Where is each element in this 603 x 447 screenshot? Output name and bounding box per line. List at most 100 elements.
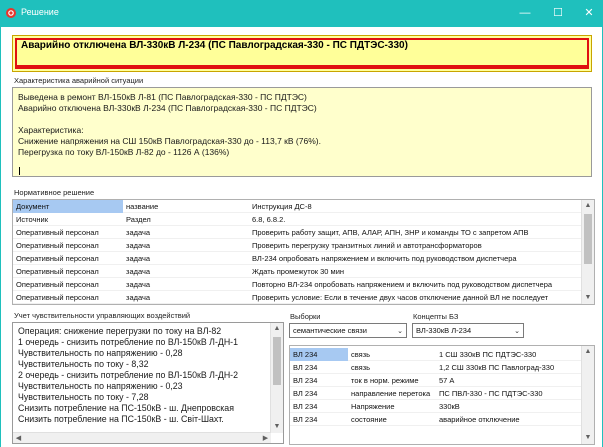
table-row[interactable]: ВЛ 234 связь 1 СШ 330кВ ПС ПДТЭС-330: [290, 348, 582, 361]
cell-role: Оперативный персонал: [16, 267, 99, 276]
cell-value: ВЛ-234 опробовать напряжением и включить…: [252, 254, 517, 263]
cell-relation: ток в норм. режиме: [351, 376, 419, 385]
cell-role: Документ: [13, 200, 123, 213]
table-row[interactable]: Источник Раздел 6.8, 6.8.2.: [13, 213, 582, 226]
scrollbar-thumb[interactable]: [584, 214, 592, 264]
characteristic-textarea[interactable]: Выведена в ремонт ВЛ-150кВ Л-81 (ПС Павл…: [12, 87, 592, 177]
normative-label: Нормативное решение: [14, 188, 95, 197]
cell-subject: ВЛ 234: [293, 363, 318, 372]
cell-type: задача: [126, 241, 151, 250]
chevron-down-icon: ⌄: [514, 328, 520, 335]
cell-value: Проверить условие: Если в течение двух ч…: [252, 293, 549, 302]
chevron-down-icon: ⌄: [397, 328, 403, 335]
cell-object: 1,2 СШ 330кВ ПС Павлоград-330: [439, 363, 555, 372]
window-title: Решение: [21, 7, 59, 17]
sensitivity-line: Чувствительность по току - 8,32: [18, 359, 149, 369]
cell-role: Источник: [16, 215, 49, 224]
cell-type: задача: [126, 293, 151, 302]
minimize-button[interactable]: —: [511, 0, 539, 27]
concepts-value: ВЛ-330кВ Л-234: [416, 326, 472, 335]
scroll-down-icon[interactable]: ▼: [582, 292, 594, 304]
cell-value: Инструкция ДС-8: [252, 202, 312, 211]
selections-label: Выборки: [290, 312, 321, 321]
cell-subject: ВЛ 234: [290, 348, 348, 361]
maximize-button[interactable]: ☐: [544, 0, 572, 27]
alarm-text: Аварийно отключена ВЛ-330кВ Л-234 (ПС Па…: [21, 40, 408, 51]
cell-value: Повторно ВЛ-234 опробовать напряжением и…: [252, 280, 553, 289]
cell-subject: ВЛ 234: [293, 376, 318, 385]
cell-type: задача: [126, 280, 151, 289]
table-row[interactable]: ВЛ 234 состояние аварийное отключение: [290, 413, 582, 426]
cell-relation: направление перетока: [351, 389, 431, 398]
scroll-down-icon[interactable]: ▼: [271, 421, 283, 433]
scroll-down-icon[interactable]: ▼: [582, 432, 594, 444]
sensitivity-label: Учет чувствительности управляющих воздей…: [14, 311, 191, 320]
sensitivity-line: Операция: снижение перегрузки по току на…: [18, 326, 222, 336]
scroll-right-icon[interactable]: ▶: [260, 433, 271, 443]
app-icon: [6, 8, 16, 18]
sensitivity-line: Снизить потребление на ПС-150кВ - ш. Сві…: [18, 414, 224, 424]
table-row[interactable]: Оперативный персонал задача Проверить ус…: [13, 291, 582, 304]
text-caret: [19, 167, 20, 175]
cell-object: 330кВ: [439, 402, 460, 411]
cell-value: Проверить работу защит, АПВ, АЛАР, АПН, …: [252, 228, 529, 237]
table-row[interactable]: ВЛ 234 направление перетока ПС ПВЛ-330 -…: [290, 387, 582, 400]
table-row[interactable]: Оперативный персонал задача ВЛ-234 опроб…: [13, 252, 582, 265]
sensitivity-line: 1 очередь - снизить потребление по ВЛ-15…: [18, 337, 239, 347]
cell-role: Оперативный персонал: [16, 280, 99, 289]
sensitivity-vscrollbar[interactable]: ▲ ▼: [270, 323, 283, 433]
selections-dropdown[interactable]: семантические связи ⌄: [289, 323, 407, 338]
characteristic-label: Характеристика аварийной ситуации: [14, 76, 144, 85]
alarm-banner: Аварийно отключена ВЛ-330кВ Л-234 (ПС Па…: [12, 35, 592, 72]
cell-type: задача: [126, 267, 151, 276]
scroll-up-icon[interactable]: ▲: [582, 200, 594, 212]
table-row[interactable]: ВЛ 234 связь 1,2 СШ 330кВ ПС Павлоград-3…: [290, 361, 582, 374]
relations-scrollbar[interactable]: ▲ ▼: [581, 346, 594, 444]
cell-subject: ВЛ 234: [293, 402, 318, 411]
cell-relation: Напряжение: [351, 402, 395, 411]
characteristic-line: Перегрузка по току ВЛ-150кВ Л-82 до - 11…: [18, 147, 230, 157]
sensitivity-line: 2 очередь - снизить потребление по ВЛ-15…: [18, 370, 239, 380]
characteristic-line: Аварийно отключена ВЛ-330кВ Л-234 (ПС Па…: [18, 103, 317, 113]
table-row[interactable]: Оперативный персонал задача Ждать промеж…: [13, 265, 582, 278]
cell-subject: ВЛ 234: [293, 415, 318, 424]
characteristic-line: Снижение напряжения на СШ 150кВ Павлогра…: [18, 136, 321, 146]
cell-object: 1 СШ 330кВ ПС ПДТЭС-330: [439, 350, 537, 359]
title-bar: Решение — ☐ ✕: [0, 0, 603, 27]
cell-role: Оперативный персонал: [16, 228, 99, 237]
concepts-dropdown[interactable]: ВЛ-330кВ Л-234 ⌄: [412, 323, 524, 338]
characteristic-line: Характеристика:: [18, 125, 84, 135]
characteristic-line: Выведена в ремонт ВЛ-150кВ Л-81 (ПС Павл…: [18, 92, 307, 102]
cell-object: аварийное отключение: [439, 415, 520, 424]
sensitivity-line: Чувствительность по току - 7,28: [18, 392, 149, 402]
table-row[interactable]: Оперативный персонал задача Повторно ВЛ-…: [13, 278, 582, 291]
table-row[interactable]: ВЛ 234 Напряжение 330кВ: [290, 400, 582, 413]
normative-grid[interactable]: Документ название Инструкция ДС-8 Источн…: [12, 199, 595, 305]
sensitivity-hscrollbar[interactable]: ◀ ▶: [13, 432, 271, 443]
close-button[interactable]: ✕: [575, 0, 603, 27]
sensitivity-textarea[interactable]: Операция: снижение перегрузки по току на…: [12, 322, 284, 444]
selections-value: семантические связи: [293, 326, 367, 335]
concepts-label: Концепты БЗ: [413, 312, 459, 321]
table-row[interactable]: Оперативный персонал задача Проверить пе…: [13, 239, 582, 252]
cell-value: Ждать промежуток 30 мин: [252, 267, 345, 276]
cell-relation: связь: [351, 350, 371, 359]
cell-relation: связь: [351, 363, 371, 372]
scrollbar-thumb[interactable]: [273, 337, 281, 385]
scroll-up-icon[interactable]: ▲: [271, 323, 283, 335]
cell-object: ПС ПВЛ-330 - ПС ПДТЭС-330: [439, 389, 543, 398]
relations-grid[interactable]: ВЛ 234 связь 1 СШ 330кВ ПС ПДТЭС-330 ВЛ …: [289, 345, 595, 445]
cell-type: Раздел: [126, 215, 151, 224]
sensitivity-line: Чувствительность по напряжению - 0,23: [18, 381, 183, 391]
cell-role: Оперативный персонал: [16, 293, 99, 302]
cell-subject: ВЛ 234: [293, 389, 318, 398]
table-row[interactable]: Документ название Инструкция ДС-8: [13, 200, 582, 213]
cell-type: название: [126, 202, 159, 211]
cell-type: задача: [126, 254, 151, 263]
table-row[interactable]: ВЛ 234 ток в норм. режиме 57 А: [290, 374, 582, 387]
scroll-up-icon[interactable]: ▲: [582, 346, 594, 358]
cell-role: Оперативный персонал: [16, 254, 99, 263]
normative-scrollbar[interactable]: ▲ ▼: [581, 200, 594, 304]
table-row[interactable]: Оперативный персонал задача Проверить ра…: [13, 226, 582, 239]
scroll-left-icon[interactable]: ◀: [13, 433, 24, 443]
